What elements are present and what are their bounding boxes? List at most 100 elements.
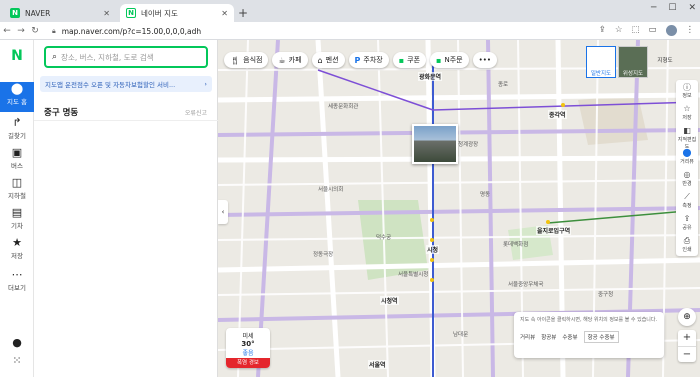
nav-account[interactable]: ●: [0, 336, 34, 350]
nav-label: 기차: [11, 222, 23, 230]
bed-icon: ⌂: [317, 55, 323, 65]
map-type-terrain[interactable]: 지형도: [650, 46, 680, 78]
info-icon: ⓘ: [683, 83, 691, 92]
nav-directions[interactable]: ↱ 길찾기: [0, 116, 34, 146]
new-tab-button[interactable]: +: [238, 6, 248, 20]
extensions-icon[interactable]: ⬚: [631, 25, 639, 36]
legend-underwater[interactable]: 수중뷰: [562, 333, 577, 341]
toolbar-icons: ⇪ ☆ ⬚ ▭ ⋮: [599, 25, 694, 36]
tool-save[interactable]: ☆ 저장: [676, 102, 698, 124]
reload-icon[interactable]: ↻: [28, 26, 42, 36]
panel-collapse-button[interactable]: ‹: [218, 200, 228, 224]
tool-cadastral[interactable]: ◧ 지적편집도: [676, 124, 698, 150]
weather-widget[interactable]: 미세 30° 좋음 폭염 경보: [226, 328, 270, 368]
map-type-satellite[interactable]: 위성지도: [618, 46, 648, 78]
map-type-normal[interactable]: 일반지도: [586, 46, 616, 78]
chip-more[interactable]: •••: [472, 52, 497, 68]
close-icon[interactable]: ✕: [103, 9, 110, 18]
nav-more[interactable]: ⋯ 더보기: [0, 268, 34, 298]
tool-info[interactable]: ⓘ 정보: [676, 80, 698, 102]
naver-favicon-icon: N: [10, 8, 20, 18]
place-label[interactable]: 롯데백화점: [503, 240, 528, 248]
tab-naver[interactable]: N NAVER ✕: [4, 4, 116, 22]
legend-aerial[interactable]: 항공뷰: [541, 333, 556, 341]
chip-coupon[interactable]: ▪ 쿠폰: [392, 52, 427, 68]
chip-cafe[interactable]: ☕︎ 카페: [272, 52, 308, 68]
tool-measure[interactable]: ⟋ 측정: [676, 190, 698, 212]
naver-logo[interactable]: N: [9, 48, 25, 64]
map-canvas[interactable]: 🍴︎ 음식점 ☕︎ 카페 ⌂ 펜션 P 주차장 ▪ 쿠폰 ▪ N주문 ••• 일반지도 위성…: [218, 40, 700, 377]
star-outline-icon: ☆: [683, 104, 691, 113]
nav-subway[interactable]: ◫ 지하철: [0, 176, 34, 206]
train-icon: ▤: [11, 206, 23, 219]
place-label[interactable]: 덕수궁: [376, 233, 391, 241]
nav-map-home[interactable]: ⬤ 지도 홈: [0, 82, 34, 112]
place-label[interactable]: 세종문화회관: [328, 102, 358, 110]
chip-parking[interactable]: P 주차장: [348, 52, 389, 68]
left-navigation: N ⬤ 지도 홈 ↱ 길찾기 ▣ 버스 ◫ 지하철 ▤ 기차 ★ 저장 ⋯ 더보…: [0, 40, 34, 377]
profile-avatar[interactable]: [665, 25, 677, 36]
place-label[interactable]: 청계광장: [458, 140, 478, 148]
tool-streetview[interactable]: ⬤ 거리뷰: [676, 146, 698, 168]
tool-share[interactable]: ⇪ 공유: [676, 212, 698, 234]
tab-title: 네이버 지도: [141, 8, 178, 18]
search-icon: ⌕: [52, 52, 58, 62]
maximize-icon[interactable]: ☐: [668, 3, 676, 13]
place-label[interactable]: 서울특별시청: [398, 270, 428, 278]
tool-print[interactable]: ⎙ 인쇄: [676, 234, 698, 256]
nav-apps[interactable]: ⁙: [0, 354, 34, 368]
place-label[interactable]: 서울중앙우체국: [508, 280, 543, 288]
legend-streetview[interactable]: 거리뷰: [520, 333, 535, 341]
place-label[interactable]: 남대문: [453, 330, 468, 338]
bookmark-star-icon[interactable]: ☆: [615, 25, 623, 36]
place-label[interactable]: 중구청: [598, 290, 613, 298]
close-window-icon[interactable]: ✕: [688, 3, 696, 13]
error-report-link[interactable]: 오류신고: [185, 108, 207, 117]
location-title: 중구 명동: [44, 108, 79, 118]
lock-icon[interactable]: 🔒︎: [52, 27, 56, 36]
chip-restaurant[interactable]: 🍴︎ 음식점: [224, 52, 269, 68]
chip-pension[interactable]: ⌂ 펜션: [311, 52, 345, 68]
sidebar-icon[interactable]: ▭: [648, 25, 656, 36]
layers-icon: ◧: [683, 126, 691, 135]
place-label[interactable]: 서울시의회: [318, 185, 343, 193]
search-input[interactable]: [61, 52, 202, 62]
forward-icon[interactable]: →: [14, 26, 28, 36]
close-icon[interactable]: ✕: [221, 9, 228, 18]
station-label[interactable]: 시청: [426, 245, 440, 254]
promo-banner[interactable]: 지도앱 운전점수 오픈 및 자동차보험할인 서비... ›: [40, 76, 212, 92]
nav-train[interactable]: ▤ 기차: [0, 206, 34, 236]
streetview-thumbnail[interactable]: [412, 124, 458, 164]
chip-norder[interactable]: ▪ N주문: [430, 52, 469, 68]
heat-alert-badge[interactable]: 폭염 경보: [226, 358, 270, 368]
zoom-out-button[interactable]: −: [678, 346, 696, 362]
station-label[interactable]: 종각역: [548, 110, 567, 119]
menu-icon[interactable]: ⋮: [686, 25, 695, 36]
place-label[interactable]: 정동극장: [313, 250, 333, 258]
zoom-in-button[interactable]: +: [678, 330, 696, 346]
back-icon[interactable]: ←: [0, 26, 14, 36]
map-type-switcher: 일반지도 위성지도 지형도: [586, 46, 680, 78]
crosshair-icon: ⊕: [683, 312, 691, 322]
nav-saved[interactable]: ★ 저장: [0, 236, 34, 266]
place-label[interactable]: 종로: [498, 80, 508, 88]
nav-bus[interactable]: ▣ 버스: [0, 146, 34, 176]
legend-hint: 지도 속 아이콘을 클릭하시면, 해당 위치의 정보를 볼 수 있습니다.: [520, 317, 658, 323]
search-box[interactable]: ⌕: [44, 46, 208, 68]
share-icon[interactable]: ⇪: [599, 25, 606, 36]
station-label[interactable]: 서울역: [368, 360, 387, 369]
radius-icon: ◎: [683, 170, 691, 179]
url-field[interactable]: 🔒︎ map.naver.com/p?c=15.00,0,0,0,adh: [52, 24, 597, 38]
url-text: map.naver.com/p?c=15.00,0,0,0,adh: [61, 26, 202, 36]
grid-icon: ⁙: [12, 354, 22, 367]
tab-naver-map[interactable]: N 네이버 지도 ✕: [120, 4, 234, 22]
station-label[interactable]: 광화문역: [418, 72, 443, 81]
tool-radius[interactable]: ◎ 반경: [676, 168, 698, 190]
station-label[interactable]: 을지로입구역: [536, 226, 572, 235]
search-panel: ⌕ 지도앱 운전점수 오픈 및 자동차보험할인 서비... › 중구 명동 오류…: [34, 40, 218, 377]
my-location-button[interactable]: ⊕: [678, 308, 696, 326]
legend-option[interactable]: 항공 수중뷰: [583, 331, 619, 343]
place-label[interactable]: 명동: [480, 190, 490, 198]
minimize-icon[interactable]: ─: [651, 3, 656, 13]
station-label[interactable]: 시청역: [380, 296, 399, 305]
